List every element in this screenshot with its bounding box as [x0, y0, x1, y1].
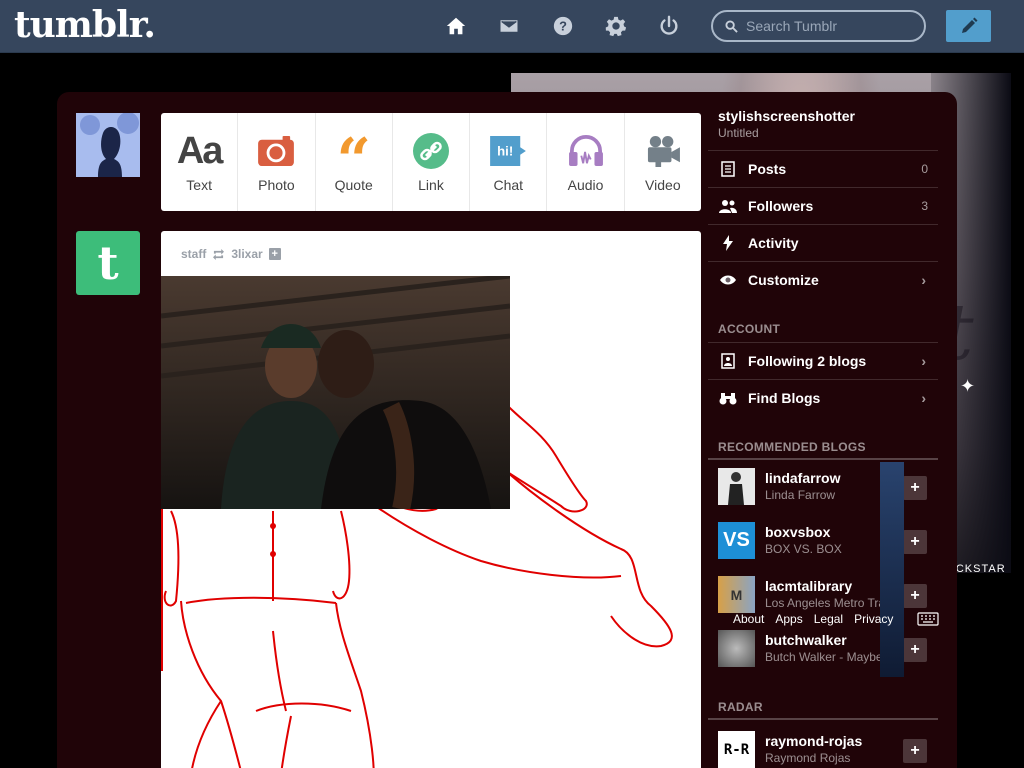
gear-icon[interactable] — [604, 14, 628, 38]
post-photo[interactable] — [161, 276, 510, 509]
staff-avatar[interactable]: t — [76, 231, 140, 295]
follow-button[interactable]: + — [903, 739, 927, 763]
help-icon[interactable]: ? — [551, 14, 575, 38]
sidebar-item-activity[interactable]: Activity — [708, 224, 938, 261]
post-type-bar: Aa Text Photo “ Quote Link hi! Chat Audi… — [161, 113, 701, 211]
camera-icon — [257, 131, 295, 171]
footer-link-about[interactable]: About — [733, 612, 764, 626]
blog-avatar — [718, 630, 755, 667]
home-icon[interactable] — [444, 14, 468, 38]
search-input[interactable] — [746, 18, 916, 34]
post-type-chat[interactable]: hi! Chat — [470, 113, 548, 211]
sidebar-item-customize[interactable]: Customize › — [708, 261, 938, 298]
blog-avatar: M — [718, 576, 755, 613]
link-icon — [412, 131, 449, 171]
mail-icon[interactable] — [497, 14, 521, 38]
follow-button[interactable]: + — [903, 530, 927, 554]
following-icon — [718, 353, 738, 369]
radar-blog-raymond-rojas[interactable]: R-R raymond-rojas Raymond Rojas + — [708, 731, 938, 768]
sidebar-item-find-blogs[interactable]: Find Blogs › — [708, 379, 938, 416]
search-bar[interactable] — [711, 10, 926, 42]
tumblr-logo[interactable]: tumblr. — [14, 4, 156, 46]
blog-name[interactable]: stylishscreenshotter — [718, 108, 855, 124]
video-camera-icon — [644, 131, 682, 171]
post-card: staff 3lixar + — [161, 231, 701, 768]
follow-button[interactable]: + — [903, 638, 927, 662]
blog-avatar — [718, 468, 755, 505]
sidebar-item-followers[interactable]: Followers 3 — [708, 187, 938, 224]
chat-icon: hi! — [489, 131, 527, 171]
user-avatar[interactable] — [76, 113, 140, 177]
svg-text:?: ? — [559, 19, 567, 34]
sidebar: stylishscreenshotter Untitled Posts 0 Fo… — [708, 98, 940, 768]
text-icon: Aa — [176, 129, 224, 172]
recommended-heading: RECOMMENDED BLOGS — [718, 440, 866, 454]
chevron-right-icon: › — [921, 353, 926, 369]
lightning-icon — [718, 235, 738, 251]
pencil-icon — [961, 17, 977, 33]
post-type-video[interactable]: Video — [625, 113, 701, 211]
sidebar-item-following[interactable]: Following 2 blogs › — [708, 342, 938, 379]
blog-avatar: VS — [718, 522, 755, 559]
headphones-icon — [567, 131, 605, 171]
followers-count: 3 — [921, 199, 928, 213]
footer-link-privacy[interactable]: Privacy — [854, 612, 893, 626]
compose-button[interactable] — [946, 10, 991, 42]
quote-icon: “ — [336, 126, 371, 196]
binoculars-icon — [718, 391, 738, 405]
blog-avatar: R-R — [718, 731, 755, 768]
footer-links: About Apps Legal Privacy — [733, 612, 893, 626]
follow-button[interactable]: + — [903, 584, 927, 608]
power-icon[interactable] — [657, 14, 681, 38]
chevron-right-icon: › — [921, 390, 926, 406]
footer-link-legal[interactable]: Legal — [814, 612, 843, 626]
background-strip — [880, 462, 904, 677]
posts-count: 0 — [921, 162, 928, 176]
svg-text:hi!: hi! — [497, 144, 513, 159]
post-type-audio[interactable]: Audio — [547, 113, 625, 211]
followers-icon — [718, 199, 738, 213]
footer-link-apps[interactable]: Apps — [775, 612, 802, 626]
account-heading: ACCOUNT — [718, 322, 781, 336]
butterfly-icon: ✦ — [960, 376, 976, 396]
keyboard-icon[interactable] — [917, 612, 939, 631]
post-type-quote[interactable]: “ Quote — [316, 113, 393, 211]
top-navigation-bar: tumblr. ? — [0, 0, 1024, 53]
blog-title: Untitled — [718, 126, 759, 140]
follow-button[interactable]: + — [903, 476, 927, 500]
chevron-right-icon: › — [921, 272, 926, 288]
post-type-text[interactable]: Aa Text — [161, 113, 239, 211]
sidebar-item-posts[interactable]: Posts 0 — [708, 150, 938, 187]
posts-icon — [718, 161, 738, 177]
radar-heading: RADAR — [718, 700, 763, 714]
search-icon — [725, 19, 738, 33]
post-type-link[interactable]: Link — [393, 113, 471, 211]
photo-image — [161, 276, 510, 509]
eye-icon — [718, 274, 738, 286]
post-type-photo[interactable]: Photo — [238, 113, 316, 211]
